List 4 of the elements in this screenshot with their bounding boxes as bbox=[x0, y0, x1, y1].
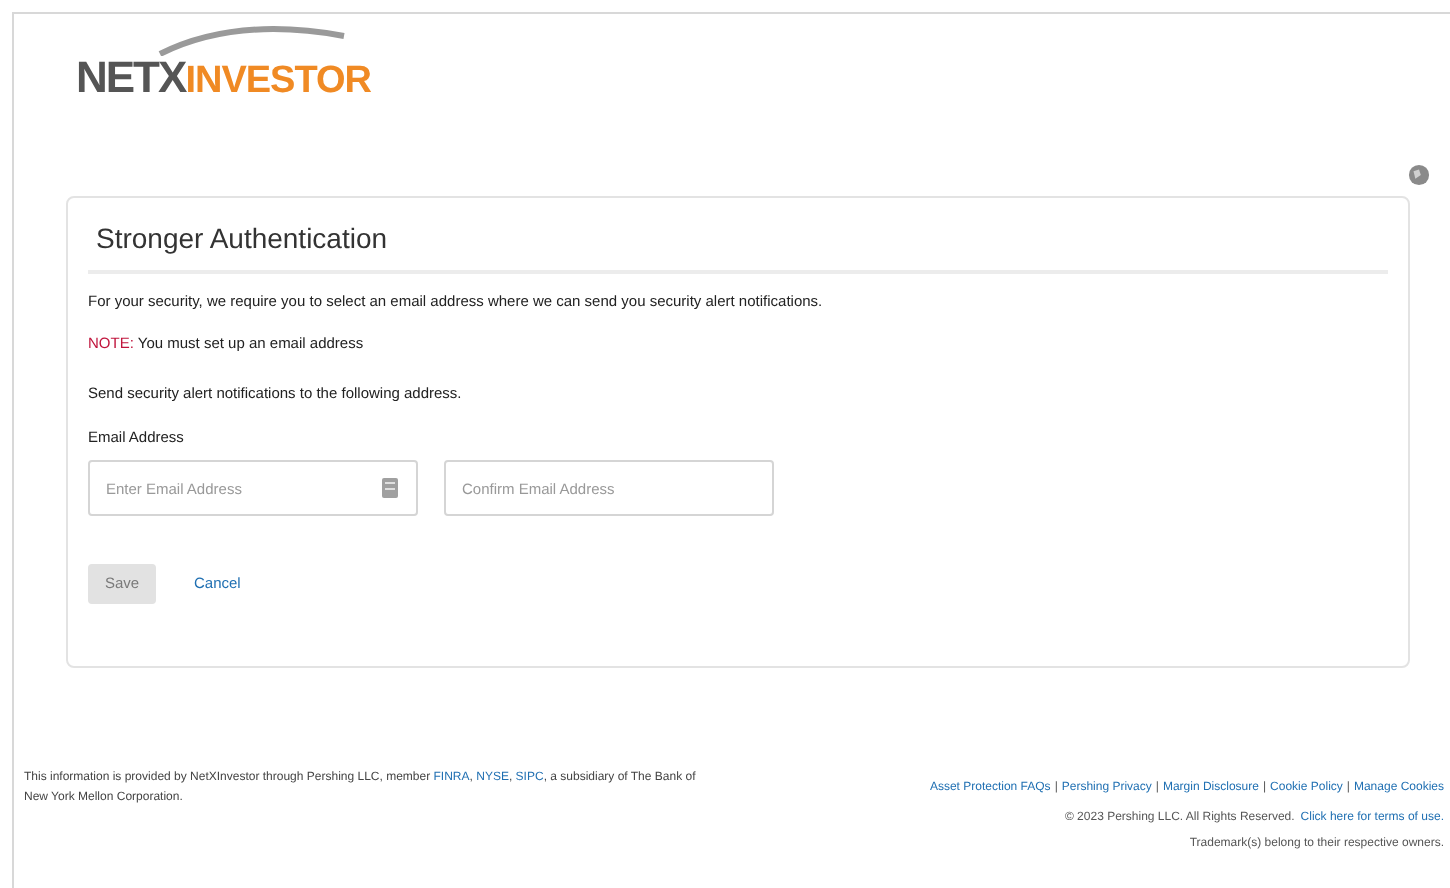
card-title: Stronger Authentication bbox=[88, 218, 1388, 274]
globe-icon[interactable] bbox=[1408, 164, 1430, 186]
logo: NETXINVESTOR bbox=[76, 24, 371, 100]
contact-card-icon bbox=[382, 478, 398, 498]
